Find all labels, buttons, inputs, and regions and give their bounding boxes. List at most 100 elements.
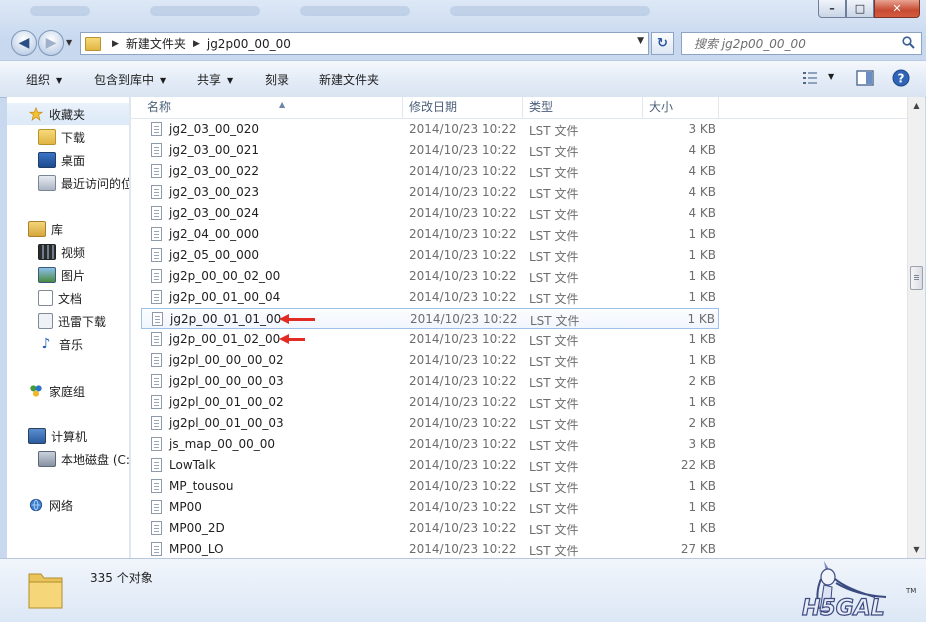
- sidebar-item-documents[interactable]: 文档: [7, 287, 129, 309]
- sidebar-item-recent-places[interactable]: 最近访问的位: [7, 172, 129, 194]
- file-row[interactable]: jg2pl_00_00_00_02 2014/10/23 10:22 LST 文件 1…: [141, 350, 719, 371]
- view-options-icon[interactable]: [802, 71, 818, 85]
- organize-menu[interactable]: 组织 ▼: [26, 71, 62, 88]
- burn-button[interactable]: 刻录: [265, 71, 289, 88]
- sidebar-item-homegroup[interactable]: 家庭组: [7, 380, 129, 402]
- sidebar-item-computer[interactable]: 计算机: [7, 425, 129, 447]
- refresh-button[interactable]: ↻: [651, 32, 674, 55]
- file-icon: [151, 500, 162, 514]
- file-icon: [151, 164, 162, 178]
- file-size: 1 KB: [687, 312, 715, 326]
- include-in-library-menu[interactable]: 包含到库中 ▼: [94, 71, 166, 88]
- file-size: 1 KB: [688, 227, 716, 241]
- address-bar[interactable]: ▶ 新建文件夹 ▶ jg2p00_00_00 ▼: [80, 32, 649, 55]
- sidebar-item-label: 视频: [61, 245, 86, 260]
- include-label: 包含到库中: [94, 73, 155, 87]
- file-row[interactable]: MP00_2D 2014/10/23 10:22 LST 文件 1 KB: [141, 518, 719, 539]
- file-modified-date: 2014/10/23 10:22: [409, 290, 517, 304]
- sidebar-item-libraries[interactable]: 库: [7, 218, 129, 240]
- file-row[interactable]: jg2_03_00_023 2014/10/23 10:22 LST 文件 4 KB: [141, 182, 719, 203]
- new-folder-button[interactable]: 新建文件夹: [319, 71, 379, 88]
- title-bar[interactable]: – □ ✕: [0, 0, 926, 28]
- recent-pages-dropdown[interactable]: ▼: [66, 38, 72, 47]
- arrow-left-icon: ◀: [18, 35, 30, 51]
- sidebar-item-pictures[interactable]: 图片: [7, 264, 129, 286]
- file-row[interactable]: MP00 2014/10/23 10:22 LST 文件 1 KB: [141, 497, 719, 518]
- column-header-type[interactable]: 类型: [523, 97, 643, 118]
- file-row[interactable]: jg2p_00_01_01_00 2014/10/23 10:22 LST 文件 1 …: [141, 308, 719, 329]
- file-row[interactable]: jg2p_00_00_02_00 2014/10/23 10:22 LST 文件 1 …: [141, 266, 719, 287]
- file-icon: [151, 185, 162, 199]
- share-menu[interactable]: 共享 ▼: [197, 71, 233, 88]
- sidebar-item-label: 库: [51, 222, 64, 237]
- file-name: jg2_05_00_000: [169, 248, 260, 262]
- search-box[interactable]: [681, 32, 922, 55]
- sidebar-item-videos[interactable]: 视频: [7, 241, 129, 263]
- file-size: 3 KB: [688, 122, 716, 136]
- chevron-right-icon[interactable]: ▶: [112, 39, 119, 49]
- column-header-date[interactable]: 修改日期: [403, 97, 523, 118]
- file-type: LST 文件: [529, 544, 579, 558]
- vertical-scrollbar[interactable]: ▲ ▼: [907, 97, 925, 558]
- sidebar-item-label: 图片: [61, 268, 86, 283]
- file-row[interactable]: MP_tousou 2014/10/23 10:22 LST 文件 1 KB: [141, 476, 719, 497]
- sidebar-item-network[interactable]: 网络: [7, 494, 129, 516]
- file-modified-date: 2014/10/23 10:22: [409, 164, 517, 178]
- file-row[interactable]: LowTalk 2014/10/23 10:22 LST 文件 22 KB: [141, 455, 719, 476]
- breadcrumb-item[interactable]: 新建文件夹: [126, 35, 186, 52]
- folder-icon: [85, 36, 101, 51]
- file-row[interactable]: jg2_05_00_000 2014/10/23 10:22 LST 文件 1 KB: [141, 245, 719, 266]
- file-name: jg2_03_00_020: [169, 122, 260, 136]
- file-icon: [152, 312, 163, 326]
- sidebar-item-downloads[interactable]: 下载: [7, 126, 129, 148]
- file-row[interactable]: jg2_03_00_024 2014/10/23 10:22 LST 文件 4 KB: [141, 203, 719, 224]
- blurred-title: [30, 6, 90, 16]
- file-row[interactable]: MP00_LO 2014/10/23 10:22 LST 文件 27 KB: [141, 539, 719, 558]
- file-row[interactable]: jg2pl_00_01_00_03 2014/10/23 10:22 LST 文件 2…: [141, 413, 719, 434]
- sidebar-item-favorites[interactable]: 收藏夹: [7, 103, 129, 125]
- preview-pane-icon[interactable]: [856, 70, 874, 86]
- scroll-down-button[interactable]: ▼: [908, 541, 925, 558]
- chevron-right-icon[interactable]: ▶: [193, 39, 200, 49]
- thunder-downloads-icon: [38, 313, 53, 329]
- sidebar-item-desktop[interactable]: 桌面: [7, 149, 129, 171]
- forward-button[interactable]: ▶: [38, 30, 64, 56]
- maximize-button[interactable]: □: [846, 0, 874, 18]
- view-options-dropdown[interactable]: ▼: [828, 72, 834, 81]
- file-list: ▲ 名称 修改日期 类型 大小 jg2_03_00_020 2014/10/23 …: [131, 97, 907, 558]
- back-button[interactable]: ◀: [11, 30, 37, 56]
- column-header-size[interactable]: 大小: [643, 97, 719, 118]
- address-history-dropdown[interactable]: ▼: [637, 36, 644, 46]
- file-row[interactable]: jg2_04_00_000 2014/10/23 10:22 LST 文件 1 KB: [141, 224, 719, 245]
- address-row: ◀ ▶ ▼ ▶ 新建文件夹 ▶ jg2p00_00_00 ▼ ↻: [0, 28, 926, 60]
- scroll-up-button[interactable]: ▲: [908, 97, 925, 114]
- file-row[interactable]: jg2_03_00_022 2014/10/23 10:22 LST 文件 4 KB: [141, 161, 719, 182]
- refresh-icon: ↻: [657, 36, 668, 51]
- sidebar-item-local-disk[interactable]: 本地磁盘 (C:): [7, 448, 129, 470]
- help-icon[interactable]: ?: [892, 69, 910, 87]
- navigation-pane: 收藏夹 下载 桌面 最近访问的位 库 视频 图片 文档 迅雷下载 ♪ 音乐 家庭…: [7, 97, 129, 558]
- annotation-arrow: [279, 314, 315, 324]
- minimize-button[interactable]: –: [818, 0, 846, 18]
- column-header-name[interactable]: ▲ 名称: [141, 97, 403, 118]
- file-row[interactable]: jg2pl_00_01_00_02 2014/10/23 10:22 LST 文件 1…: [141, 392, 719, 413]
- search-icon[interactable]: [902, 36, 915, 49]
- scroll-thumb[interactable]: [910, 266, 923, 290]
- file-row[interactable]: js_map_00_00_00 2014/10/23 10:22 LST 文件 3 K…: [141, 434, 719, 455]
- file-name: jg2_04_00_000: [169, 227, 260, 241]
- file-row[interactable]: jg2pl_00_00_00_03 2014/10/23 10:22 LST 文件 2…: [141, 371, 719, 392]
- breadcrumb-item[interactable]: jg2p00_00_00: [207, 37, 291, 51]
- command-bar: 组织 ▼ 包含到库中 ▼ 共享 ▼ 刻录 新建文件夹 ▼ ?: [0, 60, 926, 98]
- file-row[interactable]: jg2_03_00_021 2014/10/23 10:22 LST 文件 4 KB: [141, 140, 719, 161]
- file-row[interactable]: jg2p_00_01_02_00 2014/10/23 10:22 LST 文件 1 …: [141, 329, 719, 350]
- sidebar-item-label: 计算机: [51, 429, 88, 444]
- sidebar-item-label: 迅雷下载: [58, 314, 107, 329]
- search-input[interactable]: [692, 35, 906, 52]
- sidebar-item-music[interactable]: ♪ 音乐: [7, 333, 129, 355]
- library-icon: [28, 221, 46, 237]
- close-button[interactable]: ✕: [874, 0, 920, 18]
- file-row[interactable]: jg2_03_00_020 2014/10/23 10:22 LST 文件 3 KB: [141, 119, 719, 140]
- file-icon: [151, 143, 162, 157]
- sidebar-item-thunder-downloads[interactable]: 迅雷下载: [7, 310, 129, 332]
- file-row[interactable]: jg2p_00_01_00_04 2014/10/23 10:22 LST 文件 1 …: [141, 287, 719, 308]
